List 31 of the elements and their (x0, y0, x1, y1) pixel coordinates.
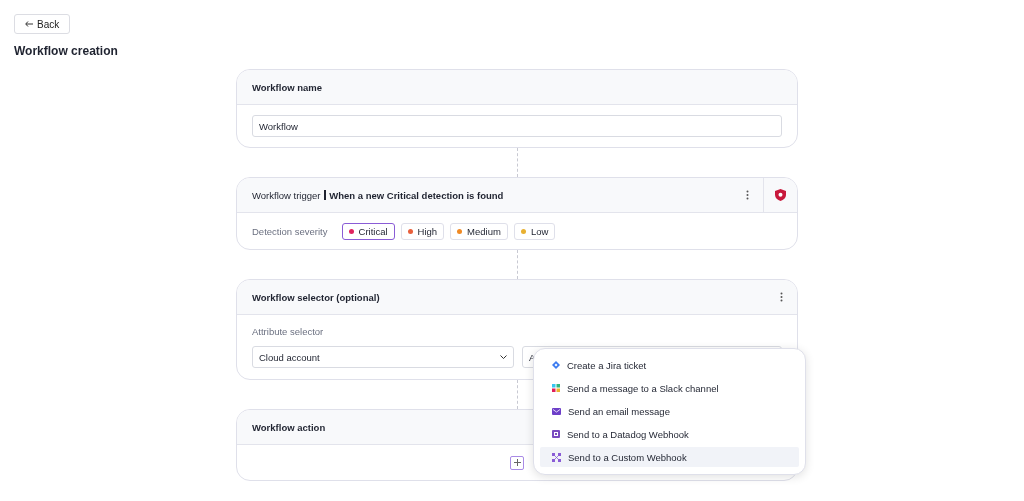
card-title: Workflow action (252, 421, 326, 433)
square-logo-icon (552, 430, 560, 438)
back-button[interactable]: Back (14, 14, 71, 34)
severity-chip[interactable]: Medium (450, 222, 508, 240)
plus-icon (513, 459, 521, 466)
arrow-left-icon (25, 21, 33, 27)
severity-chip[interactable]: Low (513, 222, 556, 240)
more-icon[interactable] (780, 292, 783, 302)
attribute-select[interactable]: Cloud account (252, 346, 514, 368)
diamond-icon (552, 361, 560, 369)
colorful-grid-icon (552, 384, 560, 392)
menu-item[interactable]: Create a Jira ticket (540, 355, 799, 375)
severity-label: Detection severity (252, 225, 328, 237)
add-button[interactable] (510, 455, 524, 470)
nodes-icon (552, 452, 561, 462)
menu-item[interactable]: Send to a Custom Webhook (540, 447, 799, 467)
card-title: Workflow selector (optional) (252, 291, 381, 303)
chevron-down-icon (500, 354, 507, 360)
more-icon[interactable] (746, 190, 749, 200)
menu-item[interactable]: Send to a Datadog Webhook (540, 424, 799, 444)
card-title: Workflow name (252, 81, 323, 93)
menu-item[interactable]: Send a message to a Slack channel (540, 378, 799, 398)
page-title: Workflow creation (14, 44, 119, 60)
envelope-icon (552, 407, 561, 415)
name-input-field[interactable]: Workflow (252, 115, 782, 137)
card-title: Workflow trigger When a new Critical detection is found (252, 189, 505, 201)
severity-chip[interactable]: Critical (341, 222, 395, 240)
attribute-label: Attribute selector (252, 326, 325, 337)
shield-icon (775, 189, 786, 201)
menu-item[interactable]: Send an email message (540, 401, 799, 421)
severity-chip[interactable]: High (400, 222, 445, 240)
